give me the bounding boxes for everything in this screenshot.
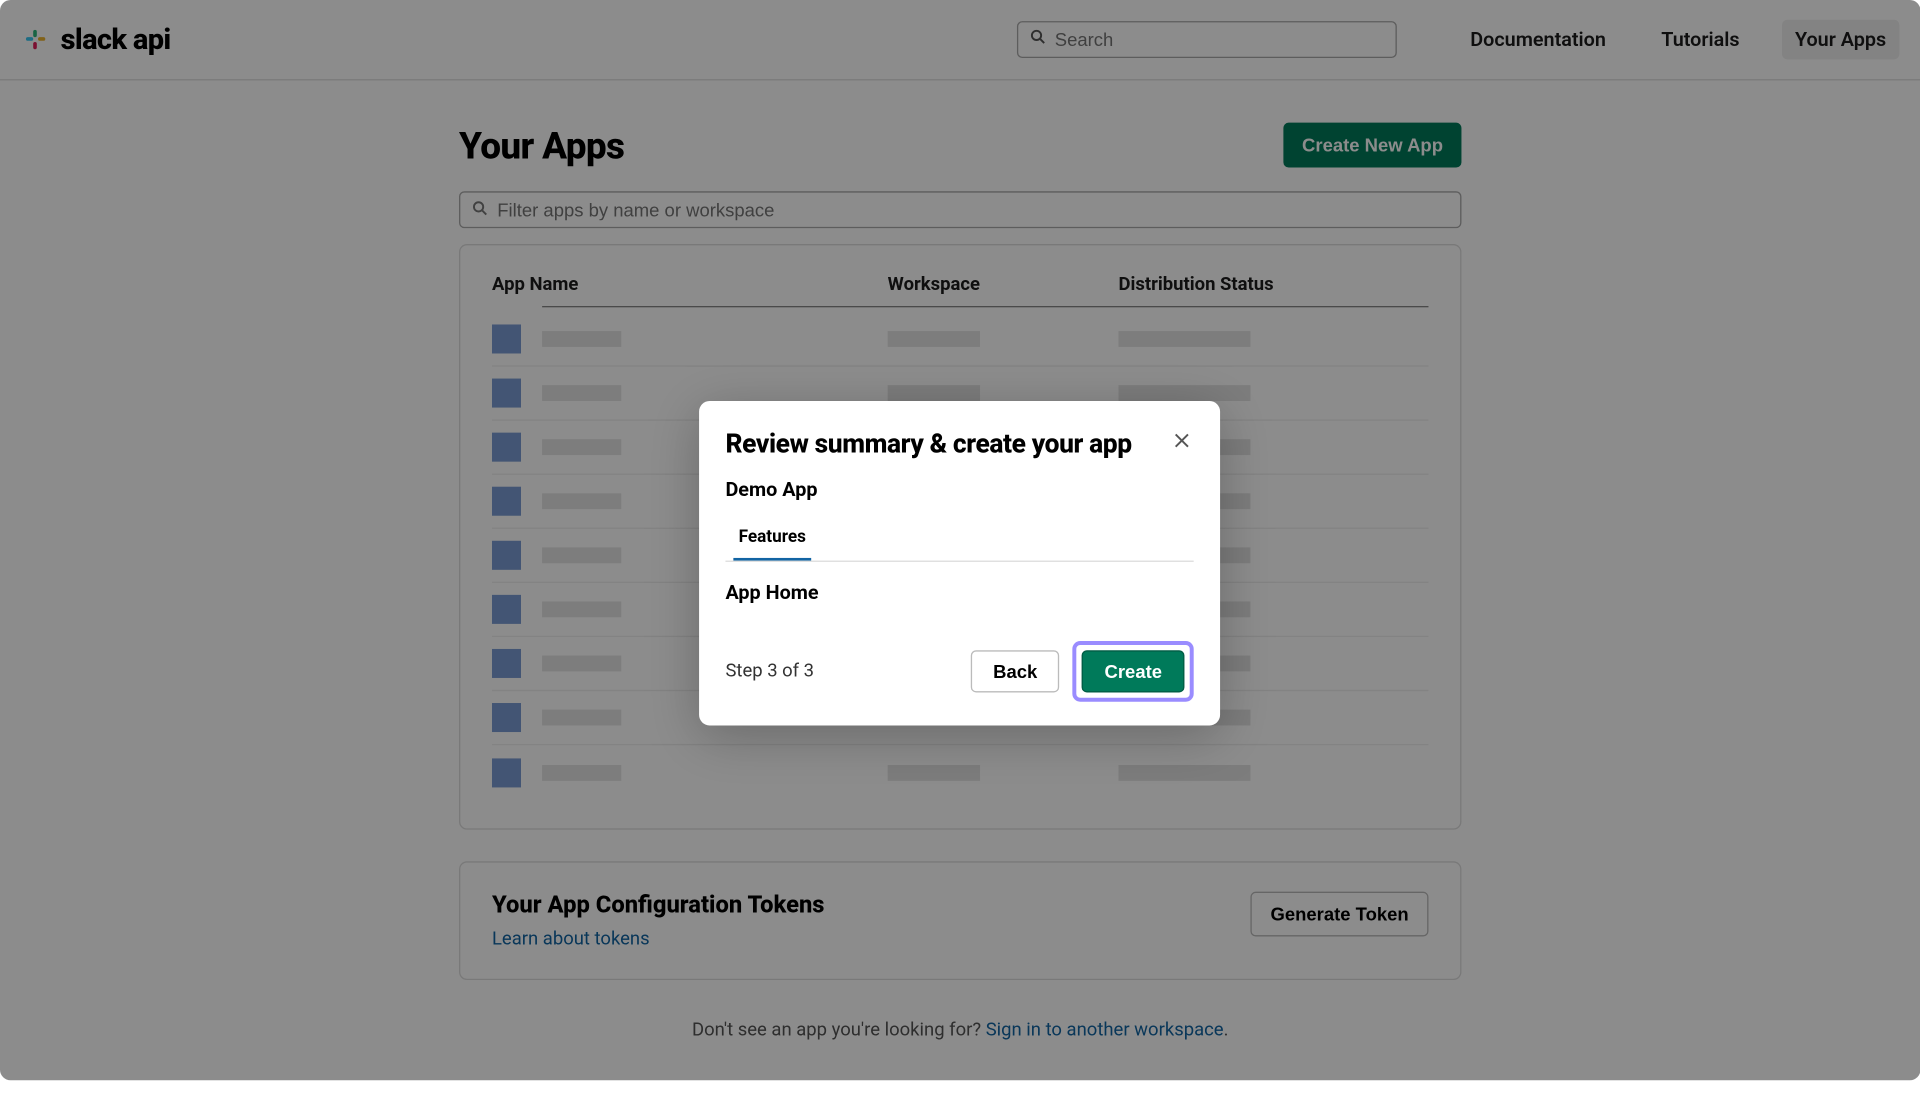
- create-button-highlight: Create: [1073, 641, 1194, 702]
- feature-app-home: App Home: [725, 580, 1193, 604]
- review-summary-modal: Review summary & create your app Demo Ap…: [699, 401, 1220, 725]
- close-icon: [1173, 430, 1191, 455]
- modal-app-name: Demo App: [725, 477, 1193, 501]
- tab-features[interactable]: Features: [733, 520, 811, 561]
- modal-title: Review summary & create your app: [725, 427, 1131, 459]
- back-button[interactable]: Back: [971, 650, 1060, 692]
- close-button[interactable]: [1170, 427, 1194, 457]
- step-indicator: Step 3 of 3: [725, 661, 814, 682]
- create-button[interactable]: Create: [1082, 650, 1184, 692]
- modal-tabs: Features: [725, 520, 1193, 562]
